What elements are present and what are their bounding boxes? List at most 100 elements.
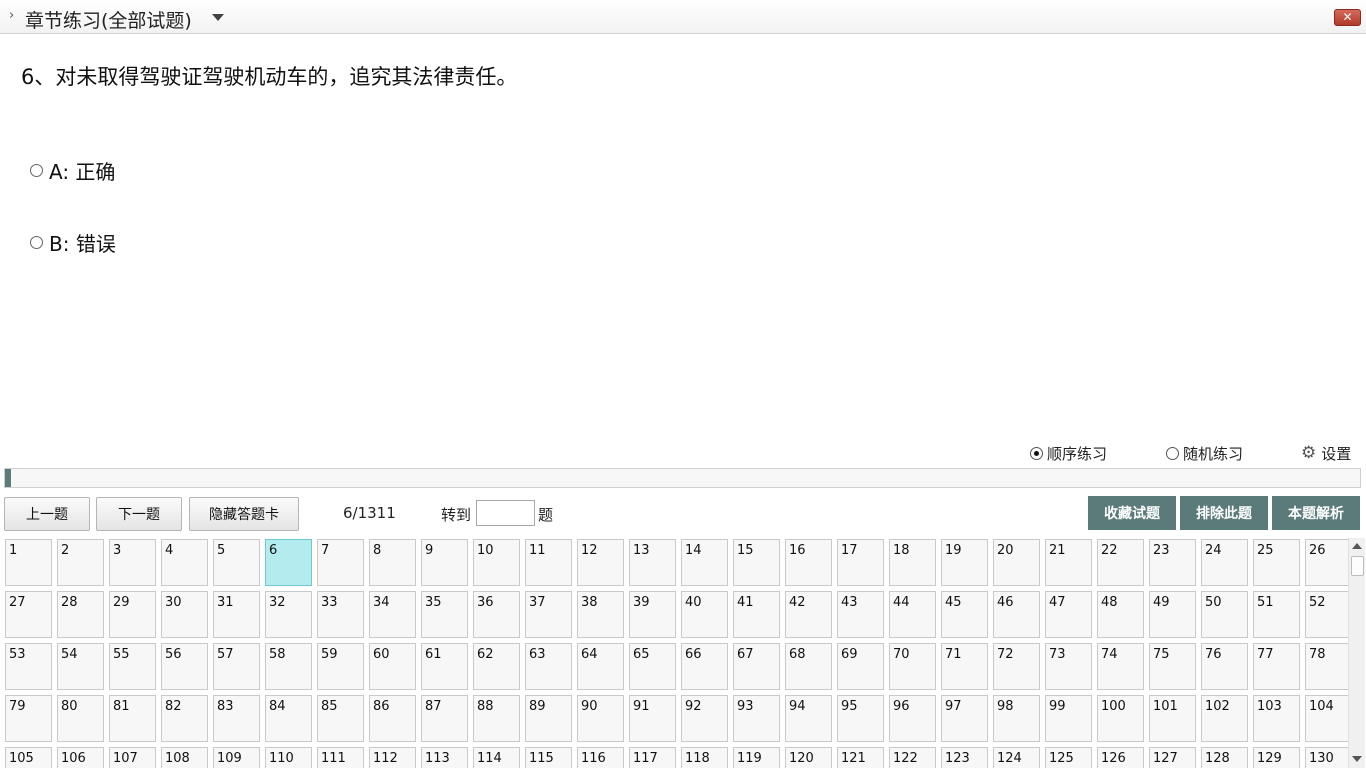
answer-card-cell[interactable]: 34: [369, 591, 416, 638]
exclude-question-button[interactable]: 排除此题: [1180, 496, 1268, 530]
answer-card-cell[interactable]: 104: [1305, 695, 1348, 742]
scroll-thumb[interactable]: [1351, 556, 1364, 576]
answer-card-cell[interactable]: 62: [473, 643, 520, 690]
answer-card-cell[interactable]: 44: [889, 591, 936, 638]
answer-card-cell[interactable]: 90: [577, 695, 624, 742]
option-b-radio[interactable]: [30, 235, 43, 249]
answer-card-cell[interactable]: 70: [889, 643, 936, 690]
answer-card-cell[interactable]: 17: [837, 539, 884, 586]
favorite-question-button[interactable]: 收藏试题: [1088, 496, 1176, 530]
answer-card-cell[interactable]: 57: [213, 643, 260, 690]
answer-card-cell[interactable]: 98: [993, 695, 1040, 742]
answer-card-cell[interactable]: 118: [681, 747, 728, 768]
answer-card-cell[interactable]: 58: [265, 643, 312, 690]
answer-card-cell[interactable]: 129: [1253, 747, 1300, 768]
next-question-button[interactable]: 下一题: [96, 497, 182, 531]
answer-card-cell[interactable]: 11: [525, 539, 572, 586]
answer-card-cell[interactable]: 73: [1045, 643, 1092, 690]
answer-card-cell[interactable]: 9: [421, 539, 468, 586]
answer-card-cell[interactable]: 10: [473, 539, 520, 586]
answer-card-cell[interactable]: 71: [941, 643, 988, 690]
answer-card-cell[interactable]: 21: [1045, 539, 1092, 586]
answer-card-cell[interactable]: 91: [629, 695, 676, 742]
answer-card-cell[interactable]: 24: [1201, 539, 1248, 586]
answer-card-cell[interactable]: 23: [1149, 539, 1196, 586]
hide-answer-card-button[interactable]: 隐藏答题卡: [189, 497, 299, 531]
answer-card-cell[interactable]: 74: [1097, 643, 1144, 690]
answer-card-cell[interactable]: 63: [525, 643, 572, 690]
answer-card-cell[interactable]: 25: [1253, 539, 1300, 586]
mode-random-radio[interactable]: [1166, 446, 1179, 460]
answer-card-cell[interactable]: 94: [785, 695, 832, 742]
answer-card-cell[interactable]: 59: [317, 643, 364, 690]
answer-card-cell[interactable]: 121: [837, 747, 884, 768]
answer-card-cell[interactable]: 64: [577, 643, 624, 690]
answer-card-cell[interactable]: 20: [993, 539, 1040, 586]
answer-card-cell[interactable]: 111: [317, 747, 364, 768]
answer-card-cell[interactable]: 31: [213, 591, 260, 638]
mode-sequential[interactable]: 顺序练习: [1030, 443, 1107, 463]
answer-card-cell[interactable]: 88: [473, 695, 520, 742]
answer-card-cell[interactable]: 103: [1253, 695, 1300, 742]
answer-card-cell[interactable]: 22: [1097, 539, 1144, 586]
answer-card-cell[interactable]: 29: [109, 591, 156, 638]
answer-card-cell[interactable]: 55: [109, 643, 156, 690]
answer-card-cell[interactable]: 6: [265, 539, 312, 586]
answer-card-cell[interactable]: 84: [265, 695, 312, 742]
prev-question-button[interactable]: 上一题: [4, 497, 90, 531]
answer-card-cell[interactable]: 16: [785, 539, 832, 586]
scroll-down-arrow-icon[interactable]: [1352, 756, 1362, 762]
answer-card-cell[interactable]: 69: [837, 643, 884, 690]
answer-card-cell[interactable]: 102: [1201, 695, 1248, 742]
answer-card-cell[interactable]: 54: [57, 643, 104, 690]
answer-card-cell[interactable]: 68: [785, 643, 832, 690]
answer-card-cell[interactable]: 45: [941, 591, 988, 638]
window-title[interactable]: 章节练习(全部试题): [25, 6, 192, 33]
answer-card-cell[interactable]: 99: [1045, 695, 1092, 742]
answer-card-cell[interactable]: 125: [1045, 747, 1092, 768]
answer-card-cell[interactable]: 41: [733, 591, 780, 638]
answer-card-cell[interactable]: 2: [57, 539, 104, 586]
answer-card-cell[interactable]: 79: [5, 695, 52, 742]
chevron-right-icon[interactable]: ›: [9, 8, 14, 23]
answer-card-cell[interactable]: 109: [213, 747, 260, 768]
answer-card-cell[interactable]: 130: [1305, 747, 1348, 768]
answer-card-cell[interactable]: 46: [993, 591, 1040, 638]
answer-card-cell[interactable]: 12: [577, 539, 624, 586]
answer-card-cell[interactable]: 117: [629, 747, 676, 768]
answer-card-cell[interactable]: 15: [733, 539, 780, 586]
answer-card-cell[interactable]: 75: [1149, 643, 1196, 690]
answer-card-cell[interactable]: 80: [57, 695, 104, 742]
option-a-radio[interactable]: [30, 163, 43, 177]
answer-card-cell[interactable]: 76: [1201, 643, 1248, 690]
answer-card-cell[interactable]: 116: [577, 747, 624, 768]
answer-card-cell[interactable]: 18: [889, 539, 936, 586]
answer-card-cell[interactable]: 27: [5, 591, 52, 638]
answer-card-cell[interactable]: 119: [733, 747, 780, 768]
answer-card-cell[interactable]: 52: [1305, 591, 1348, 638]
answer-card-cell[interactable]: 126: [1097, 747, 1144, 768]
answer-card-cell[interactable]: 43: [837, 591, 884, 638]
answer-card-cell[interactable]: 72: [993, 643, 1040, 690]
answer-card-cell[interactable]: 107: [109, 747, 156, 768]
answer-card-cell[interactable]: 36: [473, 591, 520, 638]
answer-card-cell[interactable]: 35: [421, 591, 468, 638]
answer-card-cell[interactable]: 87: [421, 695, 468, 742]
answer-card-cell[interactable]: 28: [57, 591, 104, 638]
answer-card-cell[interactable]: 40: [681, 591, 728, 638]
answer-card-cell[interactable]: 47: [1045, 591, 1092, 638]
answer-card-cell[interactable]: 49: [1149, 591, 1196, 638]
answer-card-cell[interactable]: 82: [161, 695, 208, 742]
answer-card-cell[interactable]: 93: [733, 695, 780, 742]
answer-card-cell[interactable]: 33: [317, 591, 364, 638]
goto-input[interactable]: [476, 500, 535, 526]
answer-card-cell[interactable]: 114: [473, 747, 520, 768]
answer-card-cell[interactable]: 100: [1097, 695, 1144, 742]
settings-button[interactable]: ⚙ 设置: [1301, 443, 1351, 463]
answer-card-cell[interactable]: 26: [1305, 539, 1348, 586]
answer-card-cell[interactable]: 110: [265, 747, 312, 768]
answer-card-cell[interactable]: 96: [889, 695, 936, 742]
answer-card-cell[interactable]: 89: [525, 695, 572, 742]
answer-card-cell[interactable]: 101: [1149, 695, 1196, 742]
answer-card-cell[interactable]: 42: [785, 591, 832, 638]
